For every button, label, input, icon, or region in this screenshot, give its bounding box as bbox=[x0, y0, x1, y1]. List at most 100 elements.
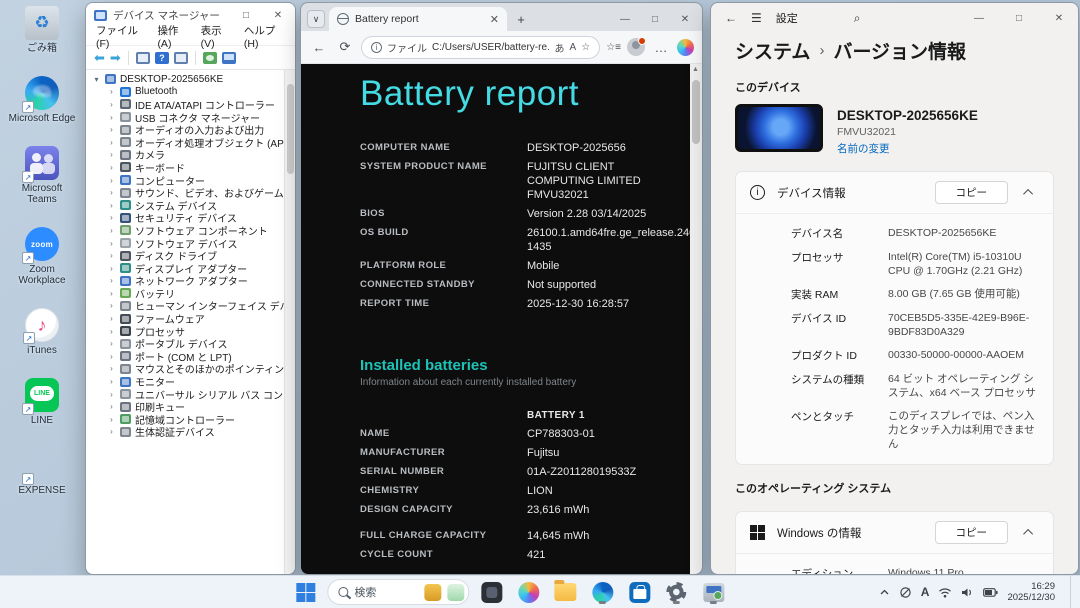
expand-chevron-icon[interactable]: › bbox=[107, 239, 116, 248]
expand-chevron-icon[interactable]: › bbox=[107, 251, 116, 260]
expand-chevron-icon[interactable]: › bbox=[107, 402, 116, 411]
expand-chevron-icon[interactable]: › bbox=[107, 377, 116, 386]
forward-arrow-icon[interactable]: ➡ bbox=[110, 51, 121, 64]
read-aloud-icon[interactable]: A bbox=[570, 42, 577, 53]
expand-chevron-icon[interactable]: › bbox=[107, 113, 116, 122]
expand-chevron-icon[interactable]: › bbox=[107, 201, 116, 210]
tree-root-node[interactable]: ▾DESKTOP-2025656KE bbox=[92, 73, 295, 86]
more-menu-icon[interactable]: … bbox=[651, 40, 671, 55]
expand-chevron-icon[interactable]: › bbox=[107, 87, 116, 96]
expand-chevron-icon[interactable]: › bbox=[107, 352, 116, 361]
properties-icon[interactable] bbox=[174, 52, 188, 64]
device-info-card-header[interactable]: i デバイス情報 コピー bbox=[736, 172, 1053, 213]
show-desktop-button[interactable] bbox=[1070, 576, 1074, 608]
update-driver-icon[interactable] bbox=[222, 52, 236, 64]
tree-node[interactable]: ›カメラ bbox=[92, 149, 295, 162]
back-arrow-icon[interactable]: ← bbox=[725, 11, 737, 25]
maximize-button[interactable]: □ bbox=[642, 9, 668, 29]
search-highlight-icon[interactable] bbox=[424, 584, 441, 601]
expand-chevron-icon[interactable]: › bbox=[107, 289, 116, 298]
tab-close-icon[interactable]: ✕ bbox=[488, 13, 501, 26]
wifi-icon[interactable] bbox=[938, 587, 952, 598]
translate-icon[interactable]: あ bbox=[555, 40, 565, 55]
expand-chevron-icon[interactable]: › bbox=[107, 150, 116, 159]
desktop-shortcut-recycle-bin[interactable]: ごみ箱 bbox=[6, 6, 78, 54]
expand-chevron-icon[interactable]: › bbox=[107, 364, 116, 373]
ime-mode-icon[interactable]: A bbox=[921, 585, 930, 599]
expand-chevron-icon[interactable]: › bbox=[107, 390, 116, 399]
desktop-shortcut-photo-shortcut[interactable]: ↗EXPENSE bbox=[6, 448, 78, 496]
pinned-app-button[interactable] bbox=[476, 579, 506, 605]
back-arrow-icon[interactable]: ⬅ bbox=[94, 51, 105, 64]
desktop-shortcut-line[interactable]: ↗LINE bbox=[6, 378, 78, 426]
desktop-shortcut-itunes[interactable]: ↗iTunes bbox=[6, 308, 78, 356]
tray-clock[interactable]: 16:29 2025/12/30 bbox=[1007, 581, 1059, 603]
expand-chevron-icon[interactable]: › bbox=[107, 138, 116, 147]
tree-node[interactable]: ›ファームウェア bbox=[92, 312, 295, 325]
new-tab-button[interactable]: + bbox=[511, 9, 531, 29]
refresh-button[interactable]: ⟳ bbox=[335, 39, 355, 55]
tree-node[interactable]: ›生体認証デバイス bbox=[92, 426, 295, 439]
expand-chevron-icon[interactable]: › bbox=[107, 339, 116, 348]
collapse-chevron-icon[interactable] bbox=[1023, 189, 1033, 199]
tree-node[interactable]: ›マウスとそのほかのポインティング デバイス bbox=[92, 363, 295, 376]
start-button[interactable] bbox=[290, 579, 320, 605]
expand-chevron-icon[interactable]: › bbox=[107, 100, 116, 109]
close-button[interactable]: ✕ bbox=[1046, 8, 1072, 28]
copy-device-info-button[interactable]: コピー bbox=[935, 181, 1009, 204]
device-manager-button[interactable] bbox=[698, 579, 728, 605]
expand-chevron-icon[interactable]: › bbox=[107, 427, 116, 436]
hamburger-menu-icon[interactable]: ☰ bbox=[751, 11, 762, 25]
collapse-chevron-icon[interactable]: ▾ bbox=[92, 75, 101, 84]
expand-chevron-icon[interactable]: › bbox=[107, 314, 116, 323]
expand-chevron-icon[interactable]: › bbox=[107, 327, 116, 336]
rename-device-link[interactable]: 名前の変更 bbox=[837, 141, 978, 156]
copilot-button[interactable] bbox=[513, 579, 543, 605]
expand-chevron-icon[interactable]: › bbox=[107, 415, 116, 424]
expand-chevron-icon[interactable]: › bbox=[107, 163, 116, 172]
taskbar-search[interactable]: 検索 bbox=[327, 579, 469, 605]
windows-info-card-header[interactable]: Windows の情報 コピー bbox=[736, 512, 1053, 553]
search-highlight-icon-2[interactable] bbox=[447, 584, 464, 601]
settings-button[interactable] bbox=[661, 579, 691, 605]
copy-windows-info-button[interactable]: コピー bbox=[935, 521, 1009, 544]
expand-chevron-icon[interactable]: › bbox=[107, 276, 116, 285]
tab-actions-chevron-icon[interactable]: ∨ bbox=[307, 10, 325, 28]
page-scrollbar[interactable] bbox=[690, 64, 702, 574]
edge-button[interactable] bbox=[587, 579, 617, 605]
favorite-star-icon[interactable]: ☆ bbox=[581, 42, 590, 53]
minimize-button[interactable]: — bbox=[966, 8, 992, 28]
maximize-button[interactable]: □ bbox=[1006, 8, 1032, 28]
address-bar[interactable]: i ファイル C:/Users/USER/battery-re... あ A ☆ bbox=[361, 36, 600, 59]
expand-chevron-icon[interactable]: › bbox=[107, 176, 116, 185]
device-tree-scrollbar[interactable] bbox=[284, 70, 295, 574]
show-list-icon[interactable] bbox=[136, 52, 150, 64]
copilot-icon[interactable] bbox=[677, 39, 694, 56]
back-button[interactable]: ← bbox=[309, 40, 329, 55]
search-icon[interactable]: ⌕ bbox=[854, 11, 861, 26]
desktop-shortcut-edge[interactable]: ↗Microsoft Edge bbox=[6, 76, 78, 124]
scan-hardware-icon[interactable] bbox=[203, 52, 217, 64]
file-explorer-button[interactable] bbox=[550, 579, 580, 605]
profile-avatar[interactable] bbox=[627, 38, 645, 56]
favorites-bar-icon[interactable]: ☆≡ bbox=[606, 42, 621, 53]
battery-icon[interactable] bbox=[983, 588, 998, 597]
browser-tab[interactable]: Battery report ✕ bbox=[329, 7, 507, 31]
expand-chevron-icon[interactable]: › bbox=[107, 226, 116, 235]
close-button[interactable]: ✕ bbox=[672, 9, 698, 29]
expand-chevron-icon[interactable]: › bbox=[107, 125, 116, 134]
collapse-chevron-icon[interactable] bbox=[1023, 529, 1033, 539]
desktop-shortcut-zoom[interactable]: ↗Zoom Workplace bbox=[6, 227, 78, 286]
expand-chevron-icon[interactable]: › bbox=[107, 213, 116, 222]
tree-node[interactable]: ›ユニバーサル シリアル バス コントローラー bbox=[92, 388, 295, 401]
store-button[interactable] bbox=[624, 579, 654, 605]
tree-node[interactable]: ›ネットワーク アダプター bbox=[92, 275, 295, 288]
tree-node[interactable]: ›オーディオ処理オブジェクト (APO) bbox=[92, 136, 295, 149]
notification-off-icon[interactable] bbox=[899, 586, 912, 599]
volume-icon[interactable] bbox=[961, 587, 974, 598]
expand-chevron-icon[interactable]: › bbox=[107, 264, 116, 273]
expand-chevron-icon[interactable]: › bbox=[107, 188, 116, 197]
desktop-shortcut-teams[interactable]: ↗Microsoft Teams bbox=[6, 146, 78, 205]
minimize-button[interactable]: — bbox=[612, 9, 638, 29]
breadcrumb-system[interactable]: システム bbox=[735, 37, 810, 64]
